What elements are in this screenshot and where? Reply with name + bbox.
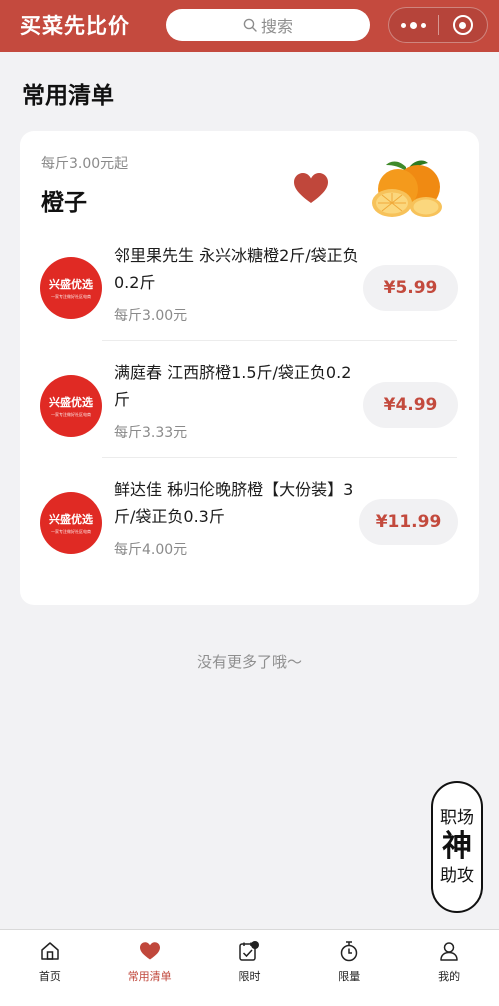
- stopwatch-icon: [338, 940, 360, 962]
- store-logo: 兴盛优选 一家专注做好社区电商: [40, 492, 102, 554]
- store-logo: 兴盛优选 一家专注做好社区电商: [40, 257, 102, 319]
- orange-image: [372, 160, 442, 217]
- tab-limited-time[interactable]: 限时: [200, 930, 300, 1006]
- end-of-list-text: 没有更多了哦～: [196, 653, 302, 671]
- search-icon: [243, 18, 257, 32]
- tab-label: 常用清单: [127, 970, 172, 983]
- tab-profile[interactable]: 我的: [399, 930, 499, 1006]
- tab-label: 首页: [38, 970, 61, 983]
- more-dots-icon: [400, 21, 426, 29]
- offer-row[interactable]: 兴盛优选 一家专注做好社区电商 满庭春 江西脐橙1.5斤/袋正负0.2斤 每斤3…: [20, 342, 479, 458]
- more-button[interactable]: [389, 8, 438, 42]
- offer-title: 邻里果先生 永兴冰糖橙2斤/袋正负0.2斤: [114, 246, 359, 292]
- offer-row[interactable]: 兴盛优选 一家专注做好社区电商 邻里果先生 永兴冰糖橙2斤/袋正负0.2斤 每斤…: [20, 225, 479, 341]
- top-bar: 买菜先比价 搜索: [0, 0, 499, 52]
- search-placeholder: 搜索: [260, 17, 293, 36]
- bottom-tab-bar: 首页 常用清单 限时 限量 我的: [0, 929, 499, 1006]
- unit-price-note: 每斤3.00元起: [41, 156, 129, 172]
- tab-label: 限时: [238, 970, 261, 983]
- close-button[interactable]: [438, 8, 487, 42]
- offer-unit-price: 每斤3.33元: [114, 425, 188, 441]
- offer-title: 鲜达佳 秭归伦晚脐橙【大份装】3斤/袋正负0.3斤: [114, 480, 354, 526]
- timer-box-icon: [238, 940, 260, 962]
- mini-program-capsule: [388, 7, 488, 43]
- home-icon: [39, 940, 61, 962]
- page-title: 常用清单: [22, 83, 114, 109]
- row-divider: [102, 457, 457, 458]
- store-logo: 兴盛优选 一家专注做好社区电商: [40, 375, 102, 437]
- price-button[interactable]: ¥11.99: [359, 499, 458, 545]
- offer-title: 满庭春 江西脐橙1.5斤/袋正负0.2斤: [114, 363, 352, 409]
- offer-unit-price: 每斤3.00元: [114, 308, 188, 324]
- product-name: 橙子: [41, 190, 87, 216]
- product-card: 每斤3.00元起 橙子 兴盛优选 一家专注做好社区电商 邻里果先生 永兴冰糖橙2…: [20, 131, 479, 605]
- tab-favorites[interactable]: 常用清单: [100, 930, 200, 1006]
- price-button[interactable]: ¥5.99: [363, 265, 458, 311]
- tab-home[interactable]: 首页: [0, 930, 100, 1006]
- target-icon: [452, 15, 473, 35]
- tab-label: 限量: [338, 970, 361, 983]
- tab-label: 我的: [438, 970, 461, 983]
- watermark-stamp: 职场 神 助攻: [431, 781, 483, 913]
- price-button[interactable]: ¥4.99: [363, 382, 458, 428]
- heart-icon[interactable]: [292, 171, 330, 207]
- offer-unit-price: 每斤4.00元: [114, 542, 188, 558]
- user-icon: [438, 940, 460, 962]
- tab-limited-quantity[interactable]: 限量: [299, 930, 399, 1006]
- heart-icon: [139, 940, 161, 962]
- row-divider: [102, 340, 457, 341]
- search-input[interactable]: 搜索: [166, 9, 370, 41]
- app-title: 买菜先比价: [20, 14, 130, 38]
- offer-row[interactable]: 兴盛优选 一家专注做好社区电商 鲜达佳 秭归伦晚脐橙【大份装】3斤/袋正负0.3…: [20, 459, 479, 575]
